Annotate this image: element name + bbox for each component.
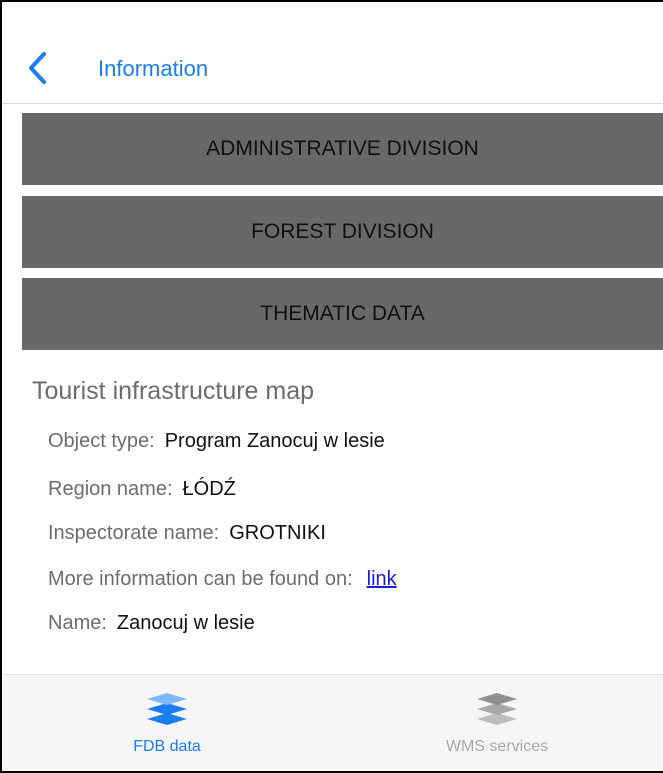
region-value: ŁÓDŹ	[182, 478, 236, 500]
more-info-label: More information can be found on:	[48, 568, 353, 590]
object-type-row: Object type: Program Zanocuj w lesie	[48, 428, 385, 454]
chevron-left-icon	[29, 52, 46, 84]
layers-icon	[147, 693, 187, 725]
forest-division-button[interactable]: FOREST DIVISION	[22, 196, 663, 268]
object-type-label: Object type:	[48, 430, 155, 452]
region-row: Region name: ŁÓDŹ	[48, 476, 236, 502]
tab-fdb-data[interactable]: FDB data	[2, 675, 332, 771]
inspectorate-row: Inspectorate name: GROTNIKI	[48, 520, 326, 546]
inspectorate-label: Inspectorate name:	[48, 522, 220, 544]
back-button[interactable]	[24, 48, 54, 88]
region-label: Region name:	[48, 478, 173, 500]
name-value: Zanocuj w lesie	[116, 612, 255, 634]
object-type-value: Program Zanocuj w lesie	[164, 430, 385, 452]
name-label: Name:	[48, 612, 107, 634]
page-title[interactable]: Information	[98, 55, 208, 83]
more-info-link[interactable]: link	[367, 568, 397, 590]
navigation-bar: Information	[2, 2, 663, 104]
inspectorate-value: GROTNIKI	[229, 522, 326, 544]
layers-icon	[477, 693, 517, 725]
app-screen: Information ADMINISTRATIVE DIVISION FORE…	[0, 0, 663, 773]
name-row: Name: Zanocuj w lesie	[48, 610, 255, 636]
tab-bar: FDB data WMS services	[2, 674, 663, 771]
tab-wms-services[interactable]: WMS services	[332, 675, 662, 771]
administrative-division-button[interactable]: ADMINISTRATIVE DIVISION	[22, 113, 663, 185]
tab-fdb-data-label: FDB data	[133, 738, 201, 755]
tab-wms-services-label: WMS services	[445, 738, 549, 755]
more-info-row: More information can be found on: link	[48, 566, 397, 592]
info-heading: Tourist infrastructure map	[32, 377, 315, 405]
thematic-data-button[interactable]: THEMATIC DATA	[22, 278, 663, 350]
